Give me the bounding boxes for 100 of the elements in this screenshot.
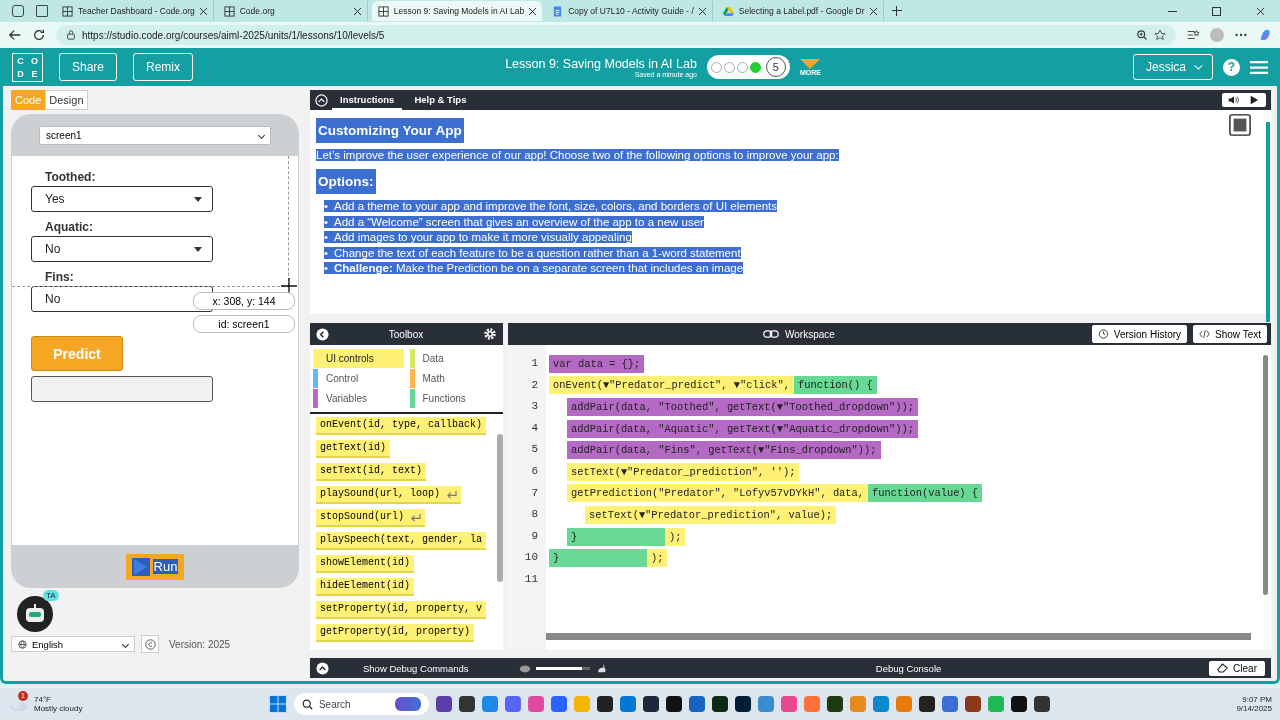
app-icon[interactable] <box>458 696 475 712</box>
tab-actions-icon[interactable] <box>36 5 48 17</box>
close-icon[interactable] <box>529 7 537 15</box>
scrollbar[interactable] <box>546 633 1251 640</box>
option-item: Challenge: Make the Prediction be on a separate screen that includes an image <box>334 262 744 275</box>
level-dot[interactable] <box>723 61 735 73</box>
category-tab[interactable]: Data <box>409 349 500 368</box>
code-block[interactable]: addPair(data, "Toothed", getText(▼"Toothed_dropdown")); <box>567 398 918 416</box>
show-text-button[interactable]: Show Text <box>1193 325 1267 343</box>
app-icon[interactable] <box>596 696 613 712</box>
statement-end[interactable]: ); <box>647 549 668 568</box>
code-block[interactable]: onEvent(▼"Predator_predict", ▼"click", <box>549 376 794 395</box>
return-icon <box>410 512 421 522</box>
app-icon[interactable] <box>665 696 682 712</box>
close-icon[interactable] <box>353 7 361 15</box>
code-block[interactable]: var data = {}; <box>549 354 645 373</box>
code-block[interactable]: getPrediction("Predator", "Lofyv57vDYkH", data, <box>567 484 869 503</box>
version-history-button[interactable]: Version History <box>1091 325 1188 343</box>
qr-code-icon[interactable] <box>1229 114 1251 136</box>
code-block[interactable]: onEvent(id, type, callback) <box>316 417 487 435</box>
scrollbar[interactable] <box>1266 122 1270 322</box>
site-info-icon[interactable] <box>66 30 76 40</box>
settings-icon[interactable] <box>483 327 497 341</box>
speed-slider[interactable] <box>536 666 590 670</box>
dropdown[interactable]: No <box>31 236 213 262</box>
clear-button[interactable]: Clear <box>1209 660 1265 676</box>
closing-brace[interactable]: } <box>567 527 665 546</box>
back-icon[interactable] <box>8 28 22 42</box>
screen-dropdown[interactable]: screen1 <box>39 125 271 145</box>
play-icon[interactable] <box>1248 95 1260 105</box>
debug-commands-toggle[interactable]: Show Debug Commands <box>363 662 518 674</box>
code-block[interactable]: playSound(url, loop) <box>316 486 462 504</box>
code-block[interactable]: stopSound(url) <box>316 509 425 527</box>
code-block[interactable]: setProperty(id, property, v <box>316 601 487 619</box>
code-block[interactable]: setText(▼"Predator_prediction", ''); <box>567 462 800 481</box>
category-tab[interactable]: Variables <box>313 389 404 408</box>
level-dot[interactable] <box>749 61 761 73</box>
app-icon[interactable] <box>734 696 751 712</box>
code-block[interactable]: addPair(data, "Aquatic", getText(▼"Aquatic_dropdown")); <box>567 419 918 438</box>
dropdown[interactable]: Yes <box>31 186 213 212</box>
app-icon[interactable] <box>826 696 843 712</box>
close-icon[interactable] <box>698 7 706 15</box>
code-block[interactable]: showElement(id) <box>316 555 414 573</box>
app-icon[interactable] <box>918 696 935 712</box>
back-icon[interactable] <box>316 327 329 341</box>
speaker-icon[interactable] <box>1228 95 1240 105</box>
browser-tab[interactable]: Copy of U7L10 - Activity Guide - / <box>546 1 713 21</box>
close-icon[interactable] <box>199 7 207 15</box>
browser-tab[interactable]: Code.org <box>217 1 368 21</box>
app-icon[interactable] <box>435 696 452 712</box>
scrollbar[interactable] <box>1263 355 1268 595</box>
code-block[interactable]: getText(id) <box>316 440 390 458</box>
workspaces-icon[interactable] <box>12 5 24 17</box>
copyright-button[interactable] <box>141 635 159 653</box>
field-label: Aquatic: <box>45 220 94 234</box>
robot-icon[interactable] <box>17 596 53 632</box>
option-item: Change the text of each feature to be a question rather than a 1-word statement <box>334 246 741 259</box>
app-icon[interactable] <box>964 696 981 712</box>
app-icon[interactable] <box>1033 696 1050 712</box>
expand-icon[interactable] <box>316 661 329 675</box>
refresh-icon[interactable] <box>32 28 46 42</box>
code-block[interactable]: addPair(data, "Fins", getText(▼"Fins_dropdown")); <box>567 441 881 460</box>
run-button[interactable]: Run <box>125 553 185 580</box>
app-icon[interactable] <box>711 696 728 712</box>
function-block[interactable]: function() { <box>793 376 877 395</box>
collapse-icon[interactable] <box>315 93 328 107</box>
address-bar[interactable]: https://studio.code.org/courses/aiml-2025/units/1/lessons/10/levels/5 <box>56 25 1176 45</box>
menu-icon[interactable] <box>1250 59 1268 75</box>
category-tab[interactable]: Functions <box>409 389 500 408</box>
app-icon[interactable] <box>1010 696 1027 712</box>
instructions-tab[interactable]: Instructions <box>332 90 403 110</box>
zoom-icon[interactable] <box>1136 29 1148 41</box>
closing-brace[interactable]: } <box>549 549 647 568</box>
code-block[interactable]: hideElement(id) <box>316 578 414 596</box>
close-icon[interactable] <box>869 7 877 15</box>
windows-start-icon[interactable] <box>268 695 287 713</box>
category-tab[interactable]: Math <box>409 369 500 388</box>
favorites-icon[interactable] <box>1186 28 1200 42</box>
code-block[interactable]: setText(▼"Predator_prediction", value); <box>585 505 837 524</box>
code-block[interactable]: setText(id, text) <box>316 463 427 481</box>
code-block[interactable]: getProperty(id, property) <box>316 624 475 642</box>
browser-tab[interactable]: Teacher Dashboard - Code.org <box>56 1 214 21</box>
level-dot[interactable] <box>736 61 748 73</box>
instructions-tab[interactable]: Help & Tips <box>406 90 475 110</box>
taskbar-search[interactable]: Search <box>293 693 429 715</box>
category-tab[interactable]: UI controls <box>313 349 404 368</box>
copilot-icon[interactable] <box>1258 28 1272 42</box>
function-block[interactable]: function(value) { <box>868 484 983 503</box>
code-block[interactable]: playSpeech(text, gender, la <box>316 532 487 550</box>
browser-tab[interactable]: Lesson 9: Saving Models in AI Lab <box>371 1 543 21</box>
category-tab[interactable]: Control <box>313 369 404 388</box>
browser-tab[interactable]: Selecting a Label.pdf - Google Dr <box>716 1 884 21</box>
scrollbar[interactable] <box>497 434 503 582</box>
statement-end[interactable]: ); <box>665 527 686 546</box>
audio-controls[interactable] <box>1222 93 1266 107</box>
star-icon[interactable] <box>1154 29 1166 41</box>
mode-tab[interactable]: Design <box>45 90 88 110</box>
level-dot[interactable] <box>710 61 722 73</box>
app-icon[interactable] <box>642 696 659 712</box>
language-dropdown[interactable]: English <box>11 636 135 652</box>
